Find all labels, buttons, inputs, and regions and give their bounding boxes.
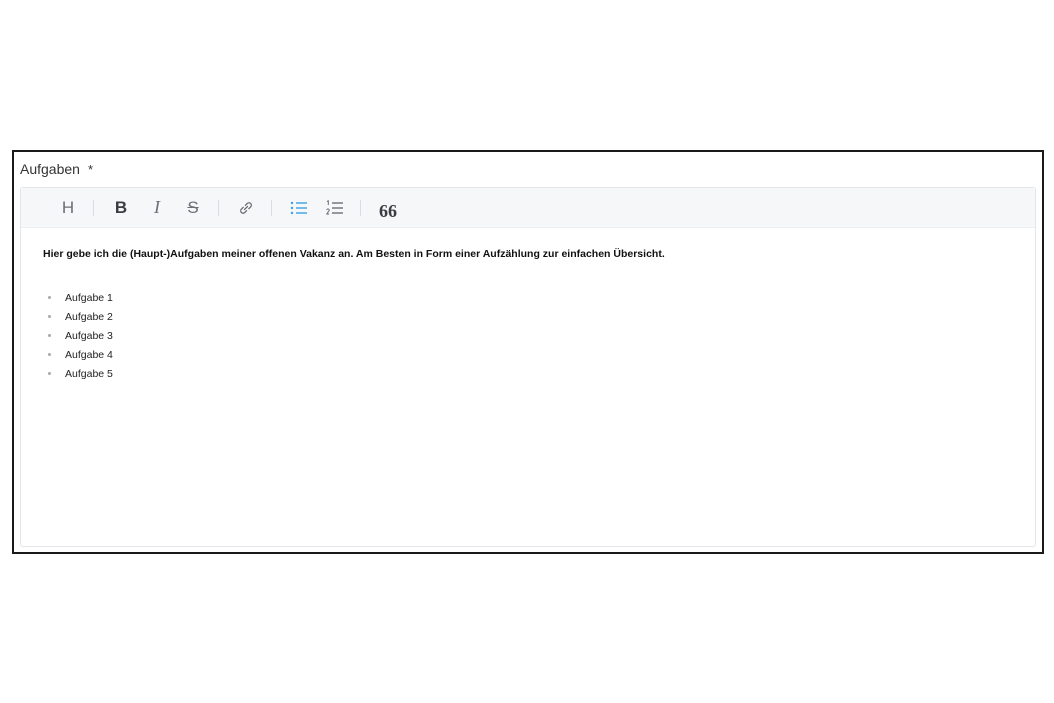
task-list: Aufgabe 1 Aufgabe 2 Aufgabe 3 Aufgabe 4 … <box>43 288 1035 383</box>
bulleted-list-icon <box>289 199 309 217</box>
list-item-text: Aufgabe 3 <box>65 329 113 342</box>
list-item-text: Aufgabe 1 <box>65 291 113 304</box>
list-item: Aufgabe 4 <box>43 345 1035 364</box>
heading-icon: H <box>61 197 75 217</box>
bullet-icon <box>48 334 51 337</box>
aufgaben-field-container: Aufgaben * H B I S 66 Hier gebe ich die … <box>12 150 1044 554</box>
bullet-icon <box>48 353 51 356</box>
field-label: Aufgaben * <box>20 161 93 177</box>
list-item: Aufgabe 5 <box>43 364 1035 383</box>
field-label-text: Aufgaben <box>20 161 80 177</box>
link-button[interactable] <box>233 195 259 221</box>
toolbar-divider <box>93 199 94 216</box>
list-item-text: Aufgabe 2 <box>65 310 113 323</box>
toolbar-divider <box>360 199 361 216</box>
bold-icon: B <box>114 197 128 217</box>
italic-button[interactable]: I <box>144 195 170 221</box>
numbered-list-button[interactable] <box>322 195 348 221</box>
italic-icon: I <box>154 197 160 217</box>
blockquote-button[interactable]: 66 <box>375 195 401 221</box>
link-icon <box>237 199 255 217</box>
intro-paragraph: Hier gebe ich die (Haupt-)Aufgaben meine… <box>43 248 665 260</box>
bullet-icon <box>48 372 51 375</box>
list-item-text: Aufgabe 4 <box>65 348 113 361</box>
list-item-text: Aufgabe 5 <box>65 367 113 380</box>
heading-button[interactable]: H <box>55 195 81 221</box>
required-marker: * <box>87 161 94 177</box>
bullet-icon <box>48 315 51 318</box>
bullet-icon <box>48 296 51 299</box>
editor-content[interactable]: Hier gebe ich die (Haupt-)Aufgaben meine… <box>21 228 1035 383</box>
numbered-list-icon <box>325 199 345 217</box>
strikethrough-button[interactable]: S <box>180 195 206 221</box>
list-item: Aufgabe 2 <box>43 307 1035 326</box>
toolbar-divider <box>271 199 272 216</box>
strikethrough-icon: S <box>187 197 199 217</box>
bulleted-list-button[interactable] <box>286 195 312 221</box>
list-item: Aufgabe 1 <box>43 288 1035 307</box>
toolbar-divider <box>218 199 219 216</box>
list-item: Aufgabe 3 <box>43 326 1035 345</box>
rich-text-editor: H B I S 66 Hier gebe ich die (Haupt-)Auf… <box>20 187 1036 547</box>
quote-icon: 66 <box>379 200 397 221</box>
editor-toolbar: H B I S 66 <box>21 188 1035 228</box>
bold-button[interactable]: B <box>108 195 134 221</box>
